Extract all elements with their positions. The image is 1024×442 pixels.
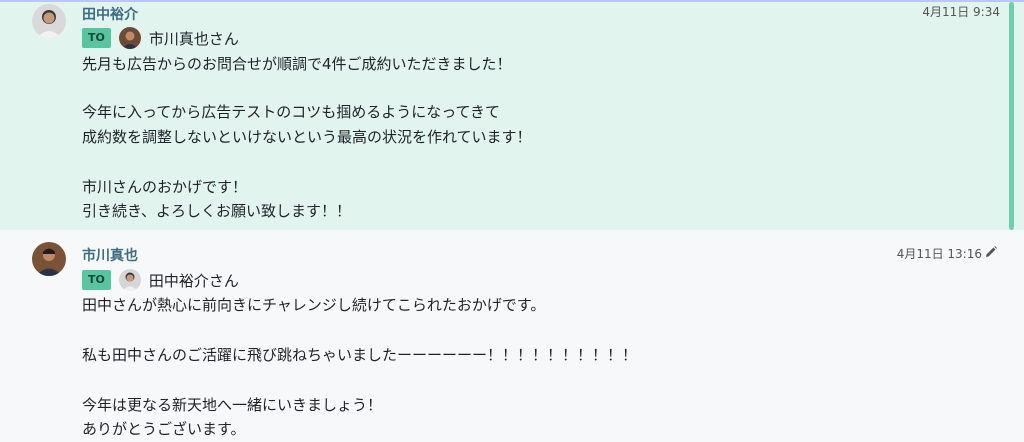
to-badge: TO	[82, 28, 111, 48]
sender-name[interactable]: 田中裕介	[82, 4, 138, 24]
sender-avatar[interactable]	[32, 242, 66, 276]
message-line: 成約数を調整しないといけないという最高の状況を作れています！	[82, 128, 532, 146]
recipient-name: 市川真也さん	[148, 29, 239, 48]
message-line: 今年は更なる新天地へ一緒にいきましょう！	[82, 396, 383, 414]
chat-message[interactable]: 市川真也 4月11日 13:16 TO 田中裕介さん 田中さんが熱心に前向きにチ…	[0, 232, 1024, 442]
message-line: 先月も広告からのお問合せが順調で4件ご成約いただきました！	[82, 55, 512, 73]
recipient-avatar	[118, 269, 141, 291]
chat-message[interactable]: 田中裕介 4月11日 9:34 TO 市川真也さん 先月も広告からのお問合せが順…	[0, 0, 1024, 230]
pencil-icon[interactable]	[984, 244, 998, 263]
message-timestamp: 4月11日 13:16	[896, 247, 982, 261]
message-line: ありがとうございます。	[82, 420, 246, 438]
to-recipient: TO 市川真也さん	[82, 27, 239, 49]
sender-avatar[interactable]	[32, 4, 66, 38]
message-timestamp: 4月11日 9:34	[922, 5, 1000, 19]
recipient-name: 田中裕介さん	[148, 271, 239, 290]
to-badge: TO	[82, 270, 111, 290]
unread-indicator-bar	[1009, 2, 1014, 230]
recipient-avatar	[118, 27, 141, 49]
to-recipient: TO 田中裕介さん	[82, 269, 239, 291]
message-line: 私も田中さんのご活躍に飛び跳ねちゃいましたーーーーーー！！！！！！！！！！	[82, 346, 638, 364]
message-line: 引き続き、よろしくお願い致します！！	[82, 202, 351, 220]
message-line: 田中さんが熱心に前向きにチャレンジし続けてこられたおかげです。	[82, 296, 546, 314]
sender-name[interactable]: 市川真也	[82, 245, 138, 265]
message-line: 今年に入ってから広告テストのコツも掴めるようになってきて	[82, 103, 501, 121]
message-line: 市川さんのおかげです！	[82, 178, 248, 196]
